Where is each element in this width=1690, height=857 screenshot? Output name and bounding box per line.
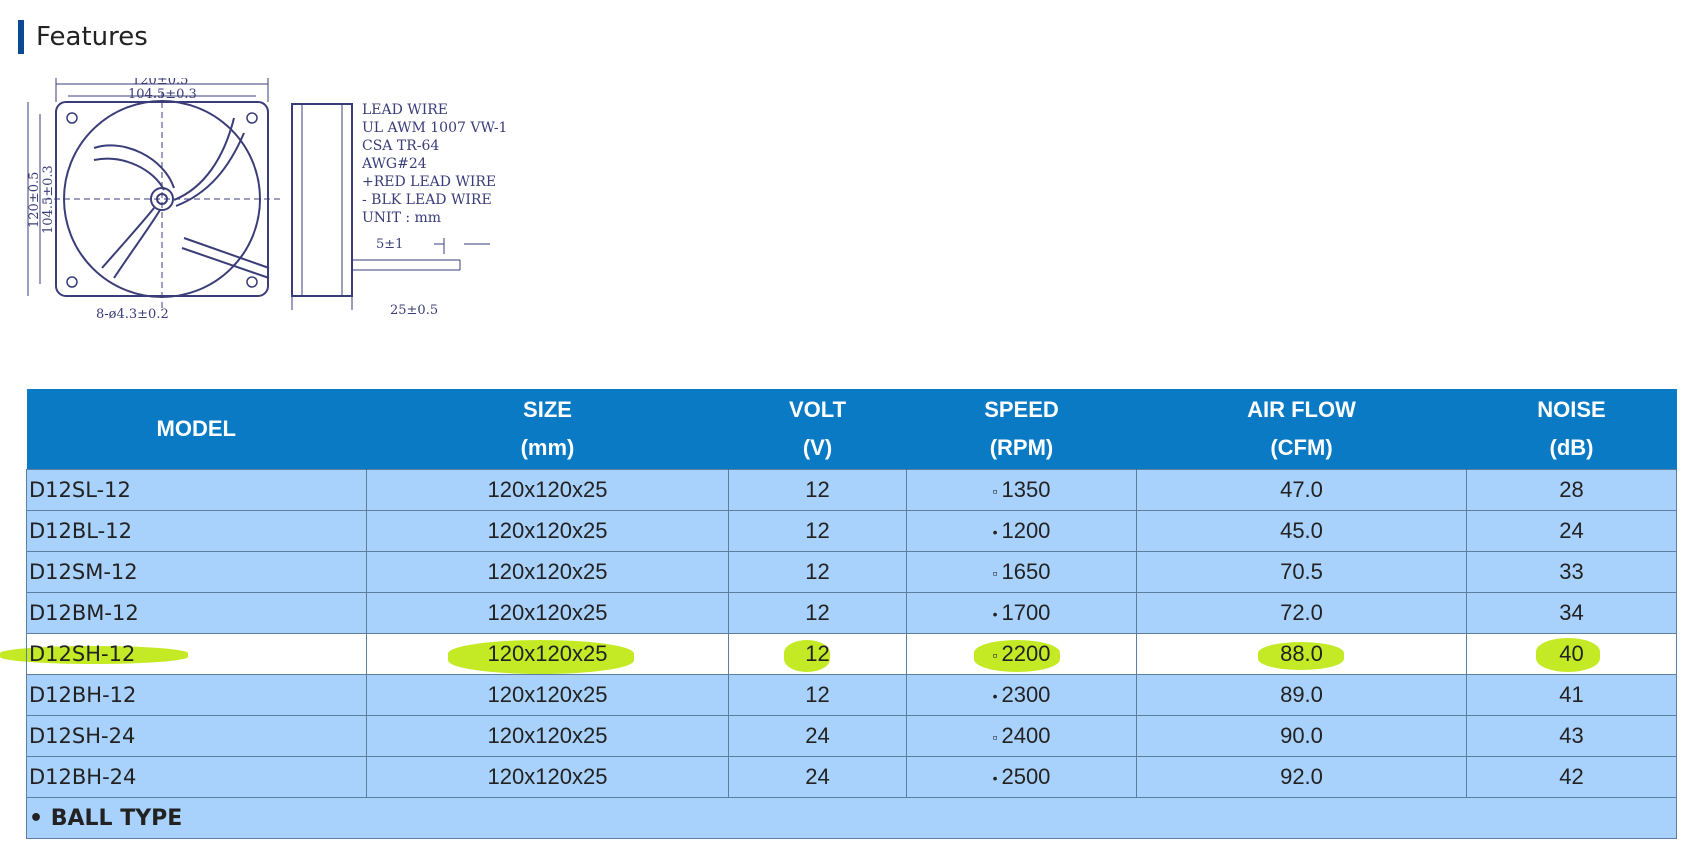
note-0: LEAD WIRE — [362, 102, 448, 118]
dim-side-outer: 120±0.5 — [27, 172, 42, 228]
note-5: - BLK LEAD WIRE — [362, 192, 492, 208]
cell-size: 120x120x25 — [366, 469, 729, 511]
cell-airflow: 70.5 — [1136, 551, 1467, 593]
ball-bearing-icon: • — [992, 688, 998, 705]
features-title: Features — [36, 22, 148, 52]
ball-bearing-icon: • — [992, 524, 998, 541]
cell-noise: 40 — [1466, 633, 1677, 675]
cell-model: D12BH-24 — [26, 756, 367, 798]
note-3: AWG#24 — [361, 156, 427, 172]
note-6: UNIT : mm — [362, 210, 441, 226]
table-footnote-row: • BALL TYPE — [26, 797, 1677, 839]
cell-model: D12SM-12 — [26, 551, 367, 593]
table-row: D12BH-12 120x120x25 12 • 2300 89.0 41 — [26, 674, 1677, 716]
table-row: D12SM-12 120x120x25 12 ▫ 1650 70.5 33 — [26, 551, 1677, 593]
cell-volt: 24 — [728, 756, 907, 798]
cell-airflow: 72.0 — [1136, 592, 1467, 634]
dim-side-inner: 104.5±0.3 — [41, 165, 56, 234]
cell-volt: 12 — [728, 551, 907, 593]
cell-noise: 42 — [1466, 756, 1677, 798]
heading-accent-bar — [18, 20, 24, 54]
ball-type-footnote: • BALL TYPE — [26, 797, 1677, 839]
cell-model: D12SH-24 — [26, 715, 367, 757]
cell-size: 120x120x25 — [366, 756, 729, 798]
ball-bearing-icon: • — [992, 606, 998, 623]
table-row: D12SH-24 120x120x25 24 ▫ 2400 90.0 43 — [26, 715, 1677, 757]
table-row-highlighted: D12SH-12 120x120x25 12 ▫ 2200 88.0 40 — [26, 633, 1677, 675]
cell-volt: 12 — [728, 674, 907, 716]
cell-speed: ▫ 1350 — [906, 469, 1137, 511]
dim-holes: 8-ø4.3±0.2 — [96, 307, 169, 322]
cell-size: 120x120x25 — [366, 715, 729, 757]
fan-dimension-diagram: 120±0.5 104.5±0.3 120±0.5 104.5±0.3 8-ø4… — [24, 73, 584, 350]
cell-volt: 12 — [728, 592, 907, 634]
cell-airflow: 45.0 — [1136, 510, 1467, 552]
cell-airflow: 47.0 — [1136, 469, 1467, 511]
sleeve-bearing-icon: ▫ — [992, 565, 998, 582]
cell-noise: 43 — [1466, 715, 1677, 757]
spec-page: Features 120±0.5 104.5±0.3 120±0.5 104.5… — [0, 0, 1690, 857]
cell-speed: • 1700 — [906, 592, 1137, 634]
cell-noise: 41 — [1466, 674, 1677, 716]
table-row: D12SL-12 120x120x25 12 ▫ 1350 47.0 28 — [26, 469, 1677, 511]
dim-lead-length: 5±1 — [376, 237, 403, 252]
header-size: SIZE (mm) — [366, 389, 729, 470]
fan-spec-table: MODEL SIZE (mm) VOLT (V) SPEED (RPM) AIR FL… — [26, 389, 1677, 839]
cell-noise: 33 — [1466, 551, 1677, 593]
note-1: UL AWM 1007 VW-1 — [362, 120, 507, 136]
sleeve-bearing-icon: ▫ — [992, 483, 998, 500]
cell-airflow: 88.0 — [1136, 633, 1467, 675]
cell-volt: 12 — [728, 633, 907, 675]
cell-airflow: 90.0 — [1136, 715, 1467, 757]
cell-speed: ▫ 1650 — [906, 551, 1137, 593]
cell-volt: 12 — [728, 510, 907, 552]
sleeve-bearing-icon: ▫ — [992, 647, 998, 664]
ball-bearing-icon: • — [992, 770, 998, 787]
note-2: CSA TR-64 — [362, 138, 439, 154]
table-row: D12BM-12 120x120x25 12 • 1700 72.0 34 — [26, 592, 1677, 634]
header-noise: NOISE (dB) — [1466, 389, 1677, 470]
cell-size: 120x120x25 — [366, 674, 729, 716]
cell-volt: 12 — [728, 469, 907, 511]
header-speed: SPEED (RPM) — [906, 389, 1137, 470]
sleeve-bearing-icon: ▫ — [992, 729, 998, 746]
cell-airflow: 89.0 — [1136, 674, 1467, 716]
cell-model: D12BM-12 — [26, 592, 367, 634]
cell-size: 120x120x25 — [366, 510, 729, 552]
cell-speed: • 2500 — [906, 756, 1137, 798]
table-header-row: MODEL SIZE (mm) VOLT (V) SPEED (RPM) AIR FL… — [26, 389, 1677, 470]
table-row: D12BL-12 120x120x25 12 • 1200 45.0 24 — [26, 510, 1677, 552]
cell-speed: ▫ 2400 — [906, 715, 1137, 757]
features-heading: Features — [18, 20, 148, 54]
cell-model: D12SL-12 — [26, 469, 367, 511]
cell-size: 120x120x25 — [366, 551, 729, 593]
cell-airflow: 92.0 — [1136, 756, 1467, 798]
cell-model: D12BH-12 — [26, 674, 367, 716]
cell-noise: 24 — [1466, 510, 1677, 552]
header-airflow: AIR FLOW (CFM) — [1136, 389, 1467, 470]
cell-speed: • 2300 — [906, 674, 1137, 716]
cell-noise: 28 — [1466, 469, 1677, 511]
table-row: D12BH-24 120x120x25 24 • 2500 92.0 42 — [26, 756, 1677, 798]
header-model: MODEL — [26, 389, 367, 470]
cell-size: 120x120x25 — [366, 592, 729, 634]
cell-model: D12SH-12 — [26, 633, 367, 675]
fan-drawing: 120±0.5 104.5±0.3 120±0.5 104.5±0.3 8-ø4… — [27, 73, 507, 322]
dim-thickness: 25±0.5 — [390, 303, 438, 318]
cell-model: D12BL-12 — [26, 510, 367, 552]
cell-noise: 34 — [1466, 592, 1677, 634]
header-volt: VOLT (V) — [728, 389, 907, 470]
cell-size: 120x120x25 — [366, 633, 729, 675]
cell-speed: ▫ 2200 — [906, 633, 1137, 675]
cell-speed: • 1200 — [906, 510, 1137, 552]
note-4: +RED LEAD WIRE — [362, 174, 496, 190]
dim-inner: 104.5±0.3 — [128, 87, 197, 102]
cell-volt: 24 — [728, 715, 907, 757]
